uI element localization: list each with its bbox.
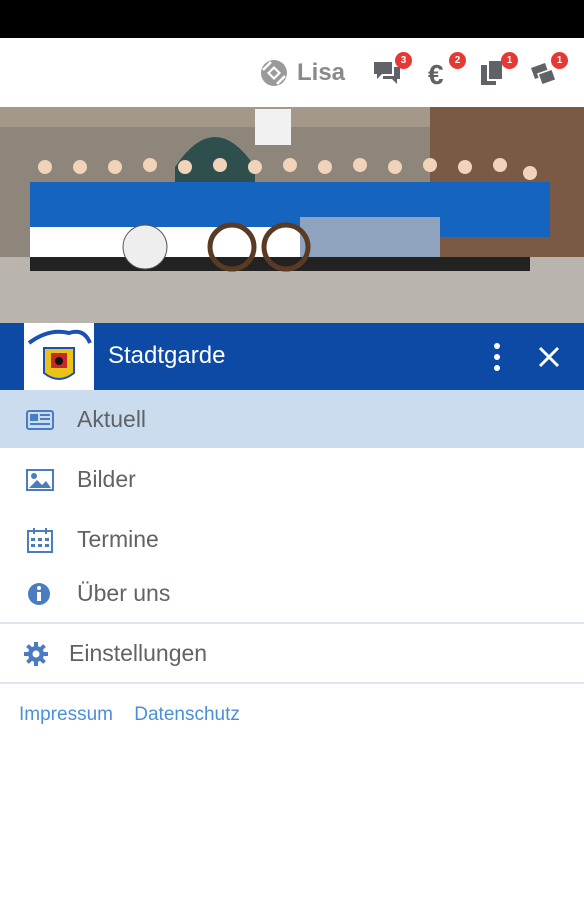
nav-label-ueber-uns: Über uns: [77, 580, 171, 606]
datenschutz-link[interactable]: Datenschutz: [134, 704, 240, 725]
chat-badge: 3: [395, 52, 412, 69]
nav-label-termine: Termine: [77, 526, 159, 552]
nav-item-termine[interactable]: Termine: [0, 510, 584, 568]
club-name: Stadtgarde: [108, 342, 226, 369]
club-logo: [24, 323, 94, 390]
nav-label-aktuell: Aktuell: [77, 406, 147, 432]
impressum-link[interactable]: Impressum: [19, 704, 113, 725]
documents-button[interactable]: 1: [478, 52, 518, 88]
image-icon: [26, 469, 54, 491]
svg-text:€: €: [428, 59, 444, 88]
calendar-icon: [27, 528, 53, 553]
status-bar: [0, 0, 584, 38]
info-icon: [28, 583, 50, 605]
tickets-button[interactable]: 1: [528, 52, 568, 88]
club-header: Stadtgarde: [0, 323, 584, 390]
nav-item-aktuell[interactable]: Aktuell: [0, 390, 584, 448]
documents-badge: 1: [501, 52, 518, 69]
finance-badge: 2: [449, 52, 466, 69]
user-logo-icon: [261, 60, 287, 86]
nav-label-einstellungen: Einstellungen: [69, 640, 208, 666]
tickets-badge: 1: [551, 52, 568, 69]
more-options-button[interactable]: [485, 341, 509, 373]
newspaper-icon: [26, 410, 54, 430]
footer-divider: [0, 682, 584, 684]
close-icon: [538, 346, 560, 368]
more-vert-icon: [494, 343, 500, 371]
footer-links: Impressum Datenschutz: [19, 704, 256, 726]
user-account[interactable]: Lisa: [259, 58, 345, 88]
gear-icon: [24, 642, 48, 666]
nav-item-ueber-uns[interactable]: Über uns: [0, 564, 584, 622]
nav-item-einstellungen[interactable]: Einstellungen: [0, 624, 584, 682]
group-photo: [0, 107, 584, 323]
top-bar: Lisa 3 € 2 1 1: [0, 38, 584, 107]
nav-item-bilder[interactable]: Bilder: [0, 450, 584, 508]
user-name: Lisa: [297, 59, 346, 86]
nav-label-bilder: Bilder: [77, 466, 136, 492]
finance-button[interactable]: € 2: [426, 52, 466, 90]
close-drawer-button[interactable]: [536, 344, 562, 370]
chat-button[interactable]: 3: [372, 52, 412, 88]
